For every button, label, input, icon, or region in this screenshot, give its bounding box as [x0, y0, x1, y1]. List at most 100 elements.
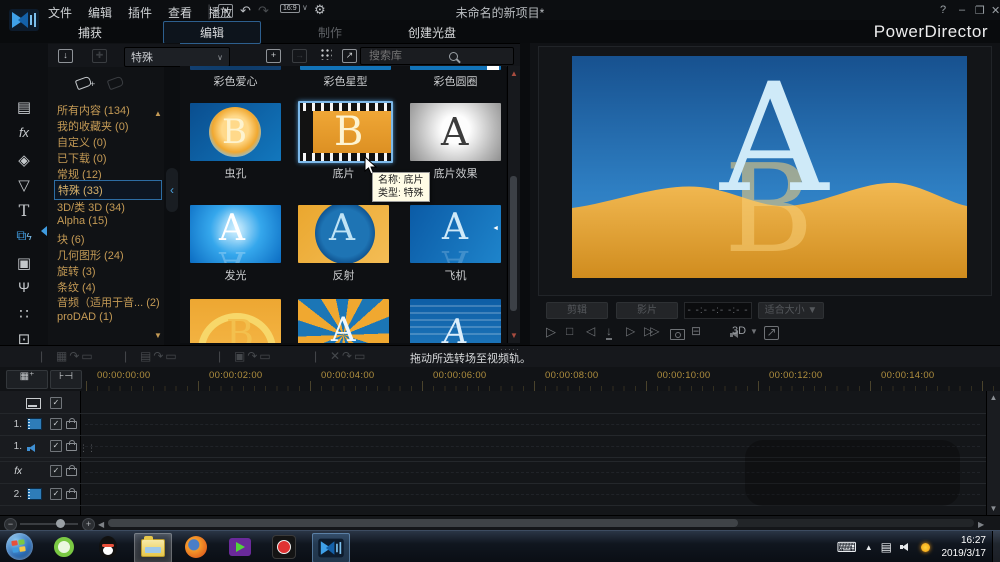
thumb-ripple[interactable]: A [410, 299, 501, 343]
thumb-rays[interactable]: A [298, 299, 389, 343]
show-desktop-button[interactable] [992, 531, 1000, 562]
panel-splitter[interactable] [520, 43, 530, 345]
thumb-ring[interactable]: B [190, 299, 281, 343]
menu-edit[interactable]: 编辑 [88, 4, 112, 21]
grid-view-icon[interactable] [320, 48, 332, 60]
scroll-left-icon[interactable]: ◀ [98, 520, 104, 529]
taskbar-explorer-icon[interactable] [134, 533, 172, 562]
splitter-dots[interactable]: ····· [500, 344, 520, 354]
library-scrollbar[interactable]: ▲ ▼ [507, 66, 520, 343]
step-icon[interactable]: ↓ [606, 324, 612, 340]
import-media-icon[interactable]: ↓ [58, 49, 73, 63]
close-button[interactable]: ✕ [991, 4, 1000, 17]
timeline-vscrollbar[interactable]: ▲ ▼ [986, 391, 1000, 515]
resize-thumbnail-icon[interactable]: ↗ [342, 49, 357, 63]
fast-forward-icon[interactable]: ▷▷ [644, 324, 656, 338]
taskbar-firefox-icon[interactable] [178, 533, 214, 561]
stop-icon[interactable]: □ [566, 324, 573, 338]
scroll-up-icon[interactable]: ▲ [987, 393, 1000, 402]
category-scroll-down-icon[interactable]: ▼ [154, 331, 162, 340]
track-enable-checkbox[interactable]: ✓ [50, 397, 62, 409]
scroll-down-icon[interactable]: ▼ [987, 504, 1000, 513]
start-button[interactable] [6, 533, 33, 560]
restore-button[interactable]: ❐ [975, 4, 985, 17]
thumb-reflection[interactable]: A [298, 205, 389, 263]
clip-mode-button[interactable]: 剪辑 [546, 302, 608, 319]
tray-app-icon[interactable]: ▤ [881, 540, 892, 554]
thumb-film-selected[interactable]: B [298, 101, 393, 163]
track-enable-checkbox[interactable]: ✓ [50, 488, 62, 500]
scroll-handle[interactable] [510, 176, 517, 311]
taskbar-powerdirector-icon[interactable] [312, 533, 350, 562]
media-room-icon[interactable]: ▤ [0, 98, 48, 116]
track-manager-button[interactable]: ▦⁺ [6, 370, 48, 389]
threed-toggle[interactable]: 3D [732, 325, 746, 337]
particle-room-icon[interactable]: ▽ [0, 176, 48, 194]
tab-capture[interactable]: 捕获 [78, 24, 102, 41]
save-icon[interactable]: ▪ [218, 4, 233, 18]
keying-room-icon[interactable]: ▣ [0, 254, 48, 272]
track-lock-icon[interactable] [66, 491, 77, 499]
track-lock-icon[interactable] [66, 421, 77, 429]
tray-expand-icon[interactable]: ▲ [865, 543, 873, 552]
zoom-slider-handle[interactable] [56, 519, 65, 528]
scroll-right-icon[interactable]: ▶ [978, 520, 984, 529]
play-icon[interactable]: ▷ [546, 324, 556, 340]
menu-file[interactable]: 文件 [48, 4, 72, 21]
aspect-ratio-selector[interactable]: 16:9 [280, 4, 300, 13]
voiceover-room-icon[interactable]: Ψ [0, 279, 48, 295]
pip-objects-room-icon[interactable]: ◈ [0, 151, 48, 169]
fit-size-dropdown[interactable]: 适合大小 ▼ [758, 302, 824, 319]
thumb-glow[interactable]: A A [190, 205, 281, 263]
tray-volume-icon[interactable] [900, 542, 913, 553]
timeline-hscroll-handle[interactable] [108, 519, 738, 527]
thumb-color-star[interactable] [300, 66, 391, 70]
taskbar-recorder-icon[interactable] [266, 533, 302, 561]
movie-mode-button[interactable]: 影片 [616, 302, 678, 319]
menu-view[interactable]: 查看 [168, 4, 192, 21]
tray-input-method-icon[interactable] [921, 543, 930, 552]
timeline-ruler[interactable]: ▦⁺ ⊦⊣ 00:00:00:00 00:00:02:00 00:00:04:0… [0, 367, 1000, 392]
menu-plugins[interactable]: 插件 [128, 4, 152, 21]
thumb-plane[interactable]: A A ◄ [410, 205, 501, 263]
tab-produce[interactable]: 制作 [318, 24, 342, 41]
category-special[interactable]: 特殊 (33) [54, 180, 162, 200]
help-button[interactable]: ? [940, 4, 946, 16]
redo-icon[interactable]: ↷ [258, 4, 269, 17]
category-prodad[interactable]: proDAD (1) [54, 310, 160, 324]
scroll-up-icon[interactable]: ▲ [508, 69, 520, 78]
new-folder-icon[interactable]: + [266, 49, 281, 63]
tray-keyboard-icon[interactable]: ⌨ [837, 539, 857, 556]
effects-room-icon[interactable]: fx [0, 125, 48, 140]
category-scroll-up-icon[interactable]: ▲ [154, 109, 162, 118]
thumb-color-heart[interactable] [190, 66, 281, 70]
thumb-color-circle[interactable] [410, 66, 501, 70]
tab-create-disc[interactable]: 创建光盘 [408, 24, 456, 41]
timeline-tracks[interactable]: ✓ 1. ✓ 1. ✓ fx ✓ 2. ✓ [0, 391, 1000, 515]
header-resize-grip[interactable]: ⋮⋮ [79, 443, 95, 454]
category-audio[interactable]: 音频（适用于音... (2) [54, 293, 160, 311]
taskbar-player-icon[interactable] [222, 533, 258, 561]
category-alpha[interactable]: Alpha (15) [54, 214, 160, 228]
thumb-film-effect[interactable]: A [410, 103, 501, 161]
track-enable-checkbox[interactable]: ✓ [50, 465, 62, 477]
threed-chevron-icon[interactable]: ▼ [750, 327, 758, 336]
search-icon[interactable] [449, 52, 458, 61]
chapter-room-icon[interactable]: ∷ [0, 305, 48, 323]
previous-frame-icon[interactable]: ◁ [586, 324, 595, 338]
range-select-button[interactable]: ⊦⊣ [50, 370, 82, 389]
thumb-wormhole[interactable]: B [190, 103, 281, 161]
next-frame-icon[interactable]: ▷ [626, 324, 635, 338]
timecode-display[interactable]: - -:- -:- -:- - [684, 302, 752, 319]
track-enable-checkbox[interactable]: ✓ [50, 440, 62, 452]
track-enable-checkbox[interactable]: ✓ [50, 418, 62, 430]
detach-window-icon[interactable]: ↗ [764, 326, 779, 340]
search-box[interactable] [360, 47, 514, 65]
filter-dropdown[interactable]: 特殊 ∨ [124, 47, 230, 67]
zoom-slider-track[interactable] [20, 523, 78, 525]
track-lock-icon[interactable] [66, 443, 77, 451]
tab-edit[interactable]: 编辑 [163, 21, 261, 44]
scroll-down-icon[interactable]: ▼ [508, 331, 520, 340]
undo-icon[interactable]: ↶ [240, 4, 251, 17]
preview-quality-icon[interactable]: ⊟ [691, 324, 701, 338]
